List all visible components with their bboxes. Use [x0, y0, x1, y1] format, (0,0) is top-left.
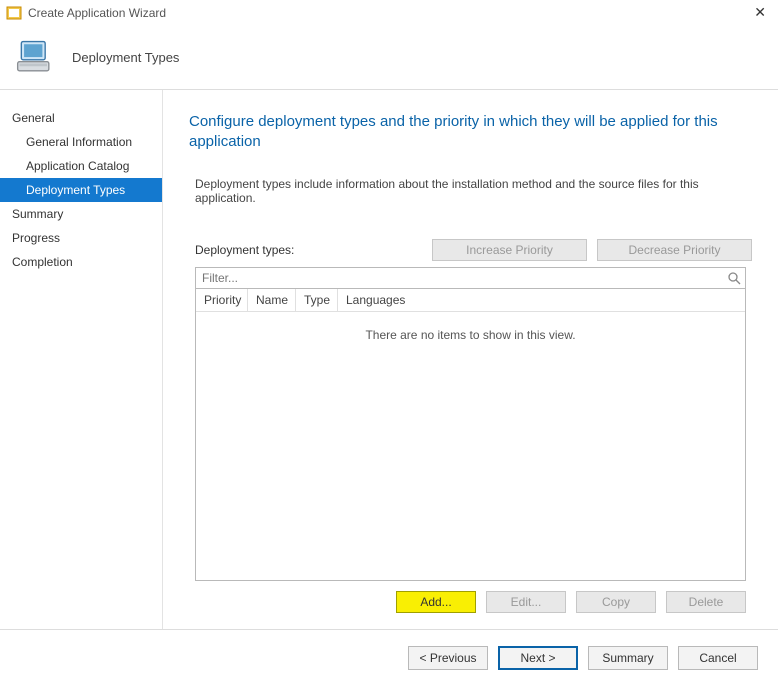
page-heading: Configure deployment types and the prior… [189, 112, 752, 153]
sidebar-item-completion[interactable]: Completion [0, 250, 162, 274]
grid-empty-text: There are no items to show in this view. [196, 328, 745, 342]
app-icon [6, 5, 22, 21]
grid-header: Priority Name Type Languages [196, 289, 745, 312]
previous-button[interactable]: < Previous [408, 646, 488, 670]
add-button[interactable]: Add... [396, 591, 476, 613]
page-description: Deployment types include information abo… [189, 177, 752, 205]
wizard-body: General General Information Application … [0, 90, 778, 629]
header: Deployment Types [0, 26, 778, 90]
grid-button-row: Add... Edit... Copy Delete [195, 591, 746, 613]
cancel-button[interactable]: Cancel [678, 646, 758, 670]
close-icon[interactable]: ✕ [748, 4, 772, 21]
sidebar-item-general-information[interactable]: General Information [0, 130, 162, 154]
titlebar: Create Application Wizard ✕ [0, 0, 778, 26]
column-priority[interactable]: Priority [196, 289, 248, 311]
wizard-window: Create Application Wizard ✕ Deployment T… [0, 0, 778, 685]
summary-button[interactable]: Summary [588, 646, 668, 670]
search-icon[interactable] [727, 271, 741, 285]
sidebar: General General Information Application … [0, 90, 163, 629]
window-title: Create Application Wizard [28, 6, 748, 20]
filter-box[interactable] [195, 267, 746, 289]
sidebar-item-progress[interactable]: Progress [0, 226, 162, 250]
column-languages[interactable]: Languages [338, 289, 745, 311]
sidebar-item-general[interactable]: General [0, 106, 162, 130]
deployment-types-row: Deployment types: Increase Priority Decr… [189, 239, 752, 261]
sidebar-item-application-catalog[interactable]: Application Catalog [0, 154, 162, 178]
column-name[interactable]: Name [248, 289, 296, 311]
filter-input[interactable] [200, 270, 727, 286]
delete-button: Delete [666, 591, 746, 613]
main-panel: Configure deployment types and the prior… [163, 90, 778, 629]
deployment-types-grid: Priority Name Type Languages There are n… [195, 289, 746, 582]
column-type[interactable]: Type [296, 289, 338, 311]
sidebar-item-deployment-types[interactable]: Deployment Types [0, 178, 162, 202]
deployment-types-label: Deployment types: [195, 243, 422, 257]
footer: < Previous Next > Summary Cancel [0, 629, 778, 685]
next-button[interactable]: Next > [498, 646, 578, 670]
edit-button: Edit... [486, 591, 566, 613]
sidebar-item-summary[interactable]: Summary [0, 202, 162, 226]
copy-button: Copy [576, 591, 656, 613]
increase-priority-button: Increase Priority [432, 239, 587, 261]
header-title: Deployment Types [72, 50, 179, 65]
decrease-priority-button: Decrease Priority [597, 239, 752, 261]
computer-icon [14, 36, 58, 80]
